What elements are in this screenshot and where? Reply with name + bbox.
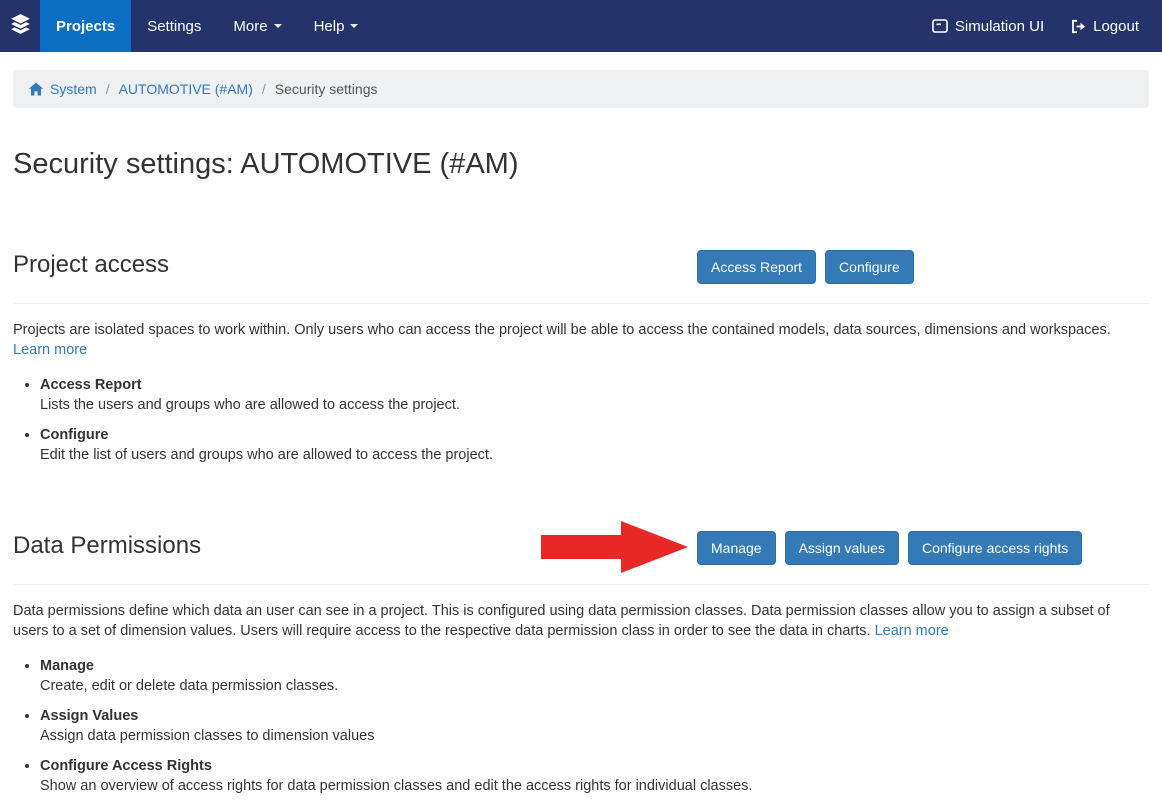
home-icon xyxy=(28,82,44,96)
page-title: Security settings: AUTOMOTIVE (#AM) xyxy=(13,148,1149,180)
list-item-desc: Show an overview of access rights for da… xyxy=(40,776,1149,796)
list-item-term: Configure Access Rights xyxy=(40,756,1149,776)
section-divider xyxy=(13,303,1149,304)
breadcrumb-home-link[interactable]: System xyxy=(28,81,97,97)
list-item: Access Report Lists the users and groups… xyxy=(40,375,1149,415)
navbar-right: Simulation UI Logout xyxy=(919,0,1162,52)
list-item-term: Assign Values xyxy=(40,706,1149,726)
breadcrumb-separator: / xyxy=(106,81,110,97)
app-window-icon xyxy=(932,19,948,33)
nav-item-simulation-ui[interactable]: Simulation UI xyxy=(919,0,1057,52)
list-item: Manage Create, edit or delete data permi… xyxy=(40,656,1149,696)
list-item-term: Manage xyxy=(40,656,1149,676)
learn-more-link[interactable]: Learn more xyxy=(875,623,949,639)
nav-item-label: Projects xyxy=(56,18,115,35)
learn-more-link[interactable]: Learn more xyxy=(13,342,87,358)
section-project-access: Project access Access Report Configure P… xyxy=(13,250,1149,465)
main-content: Security settings: AUTOMOTIVE (#AM) Proj… xyxy=(0,148,1162,796)
assign-values-button[interactable]: Assign values xyxy=(785,531,899,565)
navbar-spacer xyxy=(374,0,918,52)
nav-item-label: More xyxy=(233,18,267,35)
section-head: Data Permissions Manage Assign values Co… xyxy=(13,531,1149,575)
layers-icon xyxy=(8,13,33,39)
nav-item-logout[interactable]: Logout xyxy=(1057,0,1152,52)
list-item: Configure Access Rights Show an overview… xyxy=(40,756,1149,796)
nav-item-projects[interactable]: Projects xyxy=(40,0,131,52)
top-navbar: Projects Settings More Help Simulation U… xyxy=(0,0,1162,52)
list-item-desc: Assign data permission classes to dimens… xyxy=(40,726,1149,746)
configure-access-rights-button[interactable]: Configure access rights xyxy=(908,531,1082,565)
chevron-down-icon xyxy=(274,24,282,28)
section-data-permissions: Data Permissions Manage Assign values Co… xyxy=(13,531,1149,796)
nav-item-label: Settings xyxy=(147,18,201,35)
breadcrumb-separator: / xyxy=(262,81,266,97)
app-logo[interactable] xyxy=(0,0,40,52)
manage-button[interactable]: Manage xyxy=(697,531,776,565)
data-permissions-buttons: Manage Assign values Configure access ri… xyxy=(697,531,1082,565)
breadcrumb-project-link[interactable]: AUTOMOTIVE (#AM) xyxy=(119,81,253,97)
list-item-term: Configure xyxy=(40,425,1149,445)
logout-icon xyxy=(1070,19,1086,34)
section-divider xyxy=(13,584,1149,585)
logout-label: Logout xyxy=(1093,18,1139,35)
list-item-desc: Create, edit or delete data permission c… xyxy=(40,676,1149,696)
section-heading: Project access xyxy=(13,250,1149,280)
section-description: Data permissions define which data an us… xyxy=(13,601,1149,641)
access-report-button[interactable]: Access Report xyxy=(697,250,816,284)
chevron-down-icon xyxy=(350,24,358,28)
nav-item-label: Help xyxy=(314,18,345,35)
feature-list: Manage Create, edit or delete data permi… xyxy=(13,656,1149,796)
list-item: Configure Edit the list of users and gro… xyxy=(40,425,1149,465)
nav-item-settings[interactable]: Settings xyxy=(131,0,217,52)
nav-item-help[interactable]: Help xyxy=(298,0,375,52)
configure-button[interactable]: Configure xyxy=(825,250,914,284)
list-item: Assign Values Assign data permission cla… xyxy=(40,706,1149,746)
description-text: Projects are isolated spaces to work wit… xyxy=(13,322,1111,338)
breadcrumb-item-label: System xyxy=(50,81,97,97)
project-access-buttons: Access Report Configure xyxy=(697,250,914,284)
feature-list: Access Report Lists the users and groups… xyxy=(13,375,1149,465)
list-item-desc: Edit the list of users and groups who ar… xyxy=(40,445,1149,465)
list-item-desc: Lists the users and groups who are allow… xyxy=(40,395,1149,415)
simulation-ui-label: Simulation UI xyxy=(955,18,1044,35)
nav-item-more[interactable]: More xyxy=(217,0,297,52)
section-head: Project access Access Report Configure xyxy=(13,250,1149,294)
breadcrumb-current: Security settings xyxy=(275,81,378,97)
section-description: Projects are isolated spaces to work wit… xyxy=(13,320,1149,360)
list-item-term: Access Report xyxy=(40,375,1149,395)
breadcrumb: System / AUTOMOTIVE (#AM) / Security set… xyxy=(13,70,1149,108)
